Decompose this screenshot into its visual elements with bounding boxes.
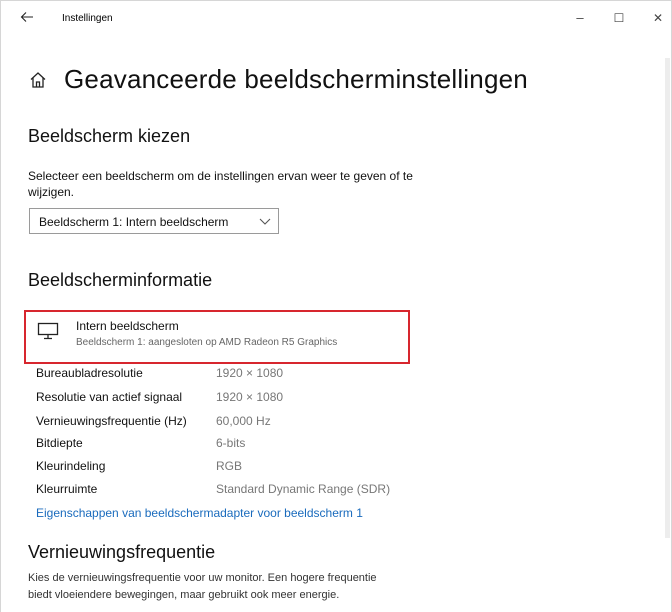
arrow-left-icon — [20, 12, 33, 22]
title-bar: Instellingen – ☐ ✕ — [0, 0, 672, 36]
window-title: Instellingen — [62, 13, 113, 24]
info-row-value: 6-bits — [216, 436, 246, 450]
maximize-button[interactable]: ☐ — [607, 8, 631, 28]
minimize-button[interactable]: – — [568, 8, 592, 28]
refresh-description-line2: biedt vloeiendere bewegingen, maar gebru… — [28, 589, 340, 601]
info-row-value: 1920 × 1080 — [216, 390, 284, 404]
info-row-value: RGB — [216, 459, 243, 473]
chevron-down-icon — [259, 218, 271, 225]
adapter-properties-link[interactable]: Eigenschappen van beeldschermadapter voo… — [36, 506, 363, 520]
info-row-label: Vernieuwingsfrequentie (Hz) — [36, 414, 187, 428]
refresh-description-line1: Kies de vernieuwingsfrequentie voor uw m… — [28, 572, 377, 584]
info-row-label: Resolutie van actief signaal — [36, 390, 183, 404]
choose-display-description-line1: Selecteer een beeldscherm om de instelli… — [28, 169, 413, 183]
choose-display-description-line2: wijzigen. — [28, 185, 75, 199]
page-title: Geavanceerde beeldscherminstellingen — [64, 64, 528, 94]
scrollbar[interactable] — [665, 58, 670, 538]
info-row-label: Kleurindeling — [36, 459, 106, 473]
info-row-label: Bitdiepte — [36, 436, 83, 450]
close-button[interactable]: ✕ — [646, 8, 670, 28]
back-button[interactable] — [20, 10, 36, 26]
monitor-name: Intern beeldscherm — [76, 319, 179, 333]
refresh-rate-heading: Vernieuwingsfrequentie — [28, 542, 216, 562]
info-row-value: 60,000 Hz — [216, 414, 271, 428]
display-select[interactable]: Beeldscherm 1: Intern beeldscherm — [29, 208, 279, 234]
monitor-info-highlight: Intern beeldscherm Beeldscherm 1: aanges… — [24, 310, 410, 364]
info-row-value: 1920 × 1080 — [216, 366, 284, 380]
display-select-value: Beeldscherm 1: Intern beeldscherm — [39, 215, 229, 229]
info-row-value: Standard Dynamic Range (SDR) — [216, 482, 391, 496]
choose-display-heading: Beeldscherm kiezen — [28, 126, 191, 146]
home-icon[interactable] — [28, 70, 48, 90]
info-row-label: Bureaubladresolutie — [36, 366, 143, 380]
monitor-connection: Beeldscherm 1: aangesloten op AMD Radeon… — [76, 337, 338, 348]
info-row-label: Kleurruimte — [36, 482, 98, 496]
display-info-heading: Beeldscherminformatie — [28, 270, 213, 290]
monitor-icon — [37, 322, 59, 340]
